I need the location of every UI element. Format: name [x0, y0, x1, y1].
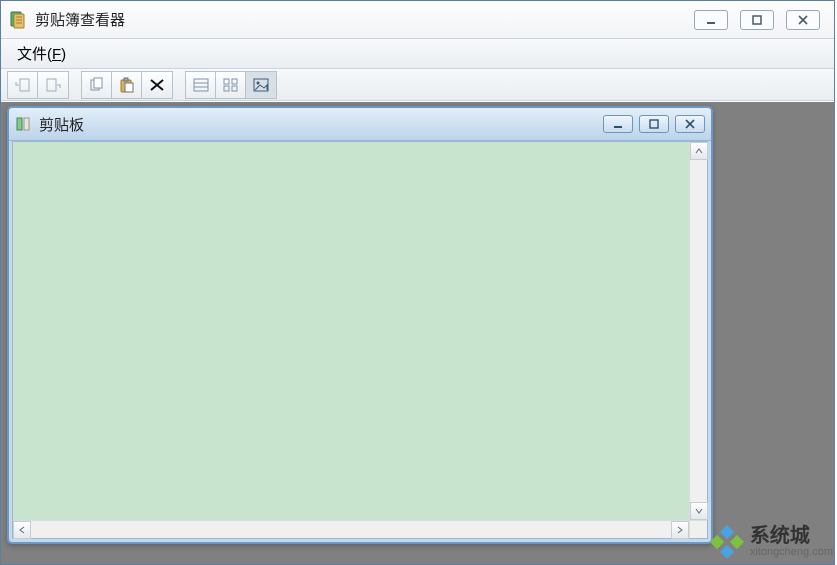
view-image-icon — [252, 77, 270, 93]
toolbar-view-image-button[interactable] — [246, 72, 276, 98]
page-prev-icon — [14, 77, 32, 93]
window-title: 剪贴簿查看器 — [35, 9, 694, 30]
child-window-controls — [603, 115, 705, 133]
watermark-text-cn: 系统城 — [750, 526, 833, 547]
toolbar-group-view — [185, 71, 277, 99]
scroll-up-button[interactable] — [690, 142, 708, 160]
scroll-right-button[interactable] — [671, 521, 689, 539]
copy-icon — [88, 77, 106, 93]
toolbar-group-nav — [7, 71, 69, 99]
toolbar-delete-button[interactable] — [142, 72, 172, 98]
toolbar-view-grid-button[interactable] — [216, 72, 246, 98]
clipboard-icon — [15, 116, 31, 132]
chevron-right-icon — [675, 525, 685, 535]
clipboard-content — [13, 142, 689, 520]
child-close-button[interactable] — [675, 115, 705, 133]
view-grid-icon — [222, 77, 240, 93]
toolbar-prev-button[interactable] — [8, 72, 38, 98]
vertical-scrollbar[interactable] — [689, 142, 707, 520]
minimize-button[interactable] — [694, 10, 728, 30]
chevron-left-icon — [17, 525, 27, 535]
minimize-icon — [613, 119, 623, 129]
toolbar-copy-button[interactable] — [82, 72, 112, 98]
maximize-icon — [751, 14, 763, 26]
page-next-icon — [44, 77, 62, 93]
watermark: 系统城 xitongcheng.com — [710, 525, 833, 559]
scrollbar-corner — [689, 520, 707, 538]
watermark-text-en: xitongcheng.com — [750, 547, 833, 559]
toolbar-group-edit — [81, 71, 173, 99]
close-icon — [797, 14, 809, 26]
delete-icon — [148, 77, 166, 93]
child-titlebar[interactable]: 剪贴板 — [9, 108, 711, 141]
scroll-left-button[interactable] — [13, 521, 31, 539]
horizontal-scrollbar[interactable] — [13, 520, 689, 538]
chevron-up-icon — [694, 146, 704, 156]
menubar: 文件(F) — [1, 39, 834, 69]
view-list-icon — [192, 77, 210, 93]
scroll-down-button[interactable] — [690, 502, 708, 520]
mdi-client-area: 剪贴板 — [1, 101, 834, 564]
child-window-clipboard: 剪贴板 — [7, 106, 713, 544]
toolbar-view-list-button[interactable] — [186, 72, 216, 98]
minimize-icon — [705, 14, 717, 26]
menu-file-label: 文件( — [17, 46, 52, 63]
paste-icon — [118, 77, 136, 93]
watermark-logo-icon — [710, 525, 744, 559]
main-window: 剪贴簿查看器 文件(F) — [0, 0, 835, 565]
close-button[interactable] — [786, 10, 820, 30]
maximize-button[interactable] — [740, 10, 774, 30]
toolbar-next-button[interactable] — [38, 72, 68, 98]
menu-file-after: ) — [61, 46, 66, 63]
menu-file[interactable]: 文件(F) — [9, 40, 74, 67]
child-minimize-button[interactable] — [603, 115, 633, 133]
menu-file-hotkey: F — [52, 46, 61, 63]
app-icon — [9, 11, 27, 29]
child-window-title: 剪贴板 — [39, 114, 603, 135]
titlebar[interactable]: 剪贴簿查看器 — [1, 1, 834, 39]
toolbar-paste-button[interactable] — [112, 72, 142, 98]
window-controls — [694, 10, 820, 30]
toolbar — [1, 69, 834, 101]
chevron-down-icon — [694, 506, 704, 516]
close-icon — [685, 119, 695, 129]
child-maximize-button[interactable] — [639, 115, 669, 133]
child-body — [12, 141, 708, 539]
maximize-icon — [649, 119, 659, 129]
